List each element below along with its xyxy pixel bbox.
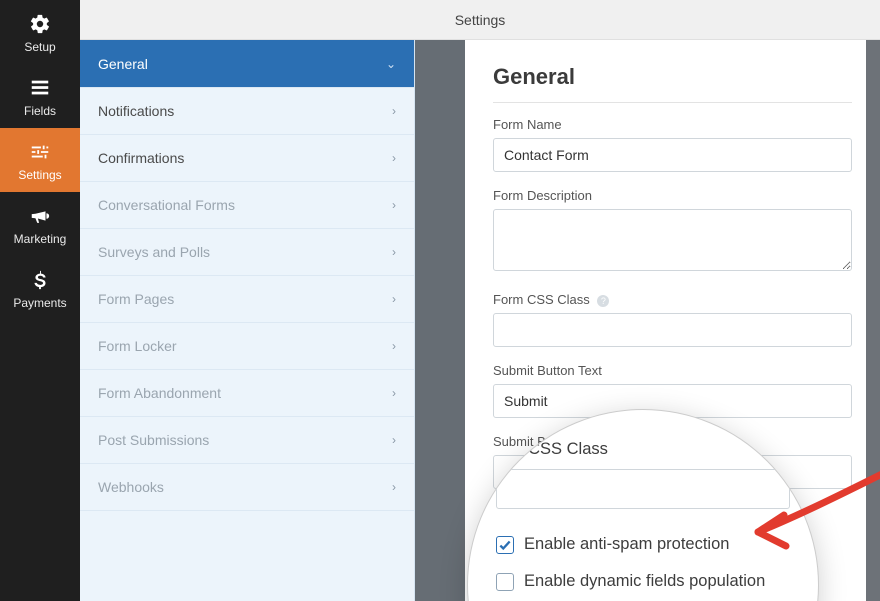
form-css-label: Form CSS Class ? xyxy=(493,292,852,307)
sidebar-item-label: Conversational Forms xyxy=(98,197,235,213)
clipped-label: tton CSS Class xyxy=(496,440,790,459)
sidebar-item-label: Form Locker xyxy=(98,338,177,354)
dynamic-fields-label: Enable dynamic fields population xyxy=(524,572,765,591)
chevron-right-icon: › xyxy=(392,386,396,400)
chevron-right-icon: › xyxy=(392,433,396,447)
sliders-icon xyxy=(28,140,52,164)
sidebar-item-label: Form Abandonment xyxy=(98,385,221,401)
chevron-right-icon: › xyxy=(392,151,396,165)
list-icon xyxy=(28,76,52,100)
form-description-label: Form Description xyxy=(493,188,852,203)
sidebar-item-label: Form Pages xyxy=(98,291,174,307)
rail-label: Payments xyxy=(13,296,66,310)
bullhorn-icon xyxy=(28,204,52,228)
sidebar-item-label: General xyxy=(98,56,148,72)
rail-label: Fields xyxy=(24,104,56,118)
form-name-label: Form Name xyxy=(493,117,852,132)
gear-icon xyxy=(28,12,52,36)
rail-label: Settings xyxy=(18,168,61,182)
panel-heading: General xyxy=(493,64,852,90)
form-name-input[interactable] xyxy=(493,138,852,172)
sidebar-item-confirmations[interactable]: Confirmations › xyxy=(80,135,414,182)
sidebar-item-conversational-forms[interactable]: Conversational Forms › xyxy=(80,182,414,229)
chevron-right-icon: › xyxy=(392,339,396,353)
help-icon[interactable]: ? xyxy=(597,295,609,307)
rail-label: Marketing xyxy=(14,232,67,246)
submit-text-label: Submit Button Text xyxy=(493,363,852,378)
dynamic-fields-checkbox[interactable] xyxy=(496,573,514,591)
rail-label: Setup xyxy=(24,40,55,54)
submit-css-input[interactable] xyxy=(496,469,790,509)
form-description-input[interactable] xyxy=(493,209,852,271)
rail-item-setup[interactable]: Setup xyxy=(0,0,80,64)
anti-spam-checkbox[interactable] xyxy=(496,536,514,554)
sidebar-item-label: Confirmations xyxy=(98,150,184,166)
sidebar-item-label: Webhooks xyxy=(98,479,164,495)
chevron-right-icon: › xyxy=(392,292,396,306)
sidebar-item-general[interactable]: General ⌄ xyxy=(80,40,414,88)
form-css-input[interactable] xyxy=(493,313,852,347)
divider xyxy=(493,102,852,103)
chevron-right-icon: › xyxy=(392,104,396,118)
dollar-icon xyxy=(28,268,52,292)
chevron-down-icon: ⌄ xyxy=(386,57,396,71)
sidebar-item-form-abandonment[interactable]: Form Abandonment › xyxy=(80,370,414,417)
chevron-right-icon: › xyxy=(392,480,396,494)
sidebar-item-label: Notifications xyxy=(98,103,174,119)
panel-gutter xyxy=(415,40,465,601)
rail-item-payments[interactable]: Payments xyxy=(0,256,80,320)
sidebar-item-post-submissions[interactable]: Post Submissions › xyxy=(80,417,414,464)
topbar-title: Settings xyxy=(455,12,506,28)
sidebar-item-label: Surveys and Polls xyxy=(98,244,210,260)
sidebar-item-label: Post Submissions xyxy=(98,432,209,448)
rail-item-fields[interactable]: Fields xyxy=(0,64,80,128)
chevron-right-icon: › xyxy=(392,198,396,212)
settings-sidebar: General ⌄ Notifications › Confirmations … xyxy=(80,40,415,601)
topbar: Settings xyxy=(80,0,880,40)
rail-item-settings[interactable]: Settings xyxy=(0,128,80,192)
sidebar-item-webhooks[interactable]: Webhooks › xyxy=(80,464,414,511)
sidebar-item-surveys-polls[interactable]: Surveys and Polls › xyxy=(80,229,414,276)
sidebar-item-form-pages[interactable]: Form Pages › xyxy=(80,276,414,323)
anti-spam-label: Enable anti-spam protection xyxy=(524,535,729,554)
chevron-right-icon: › xyxy=(392,245,396,259)
right-edge xyxy=(866,40,880,601)
sidebar-item-notifications[interactable]: Notifications › xyxy=(80,88,414,135)
rail-item-marketing[interactable]: Marketing xyxy=(0,192,80,256)
left-rail: Setup Fields Settings Marketing Payments xyxy=(0,0,80,601)
sidebar-item-form-locker[interactable]: Form Locker › xyxy=(80,323,414,370)
